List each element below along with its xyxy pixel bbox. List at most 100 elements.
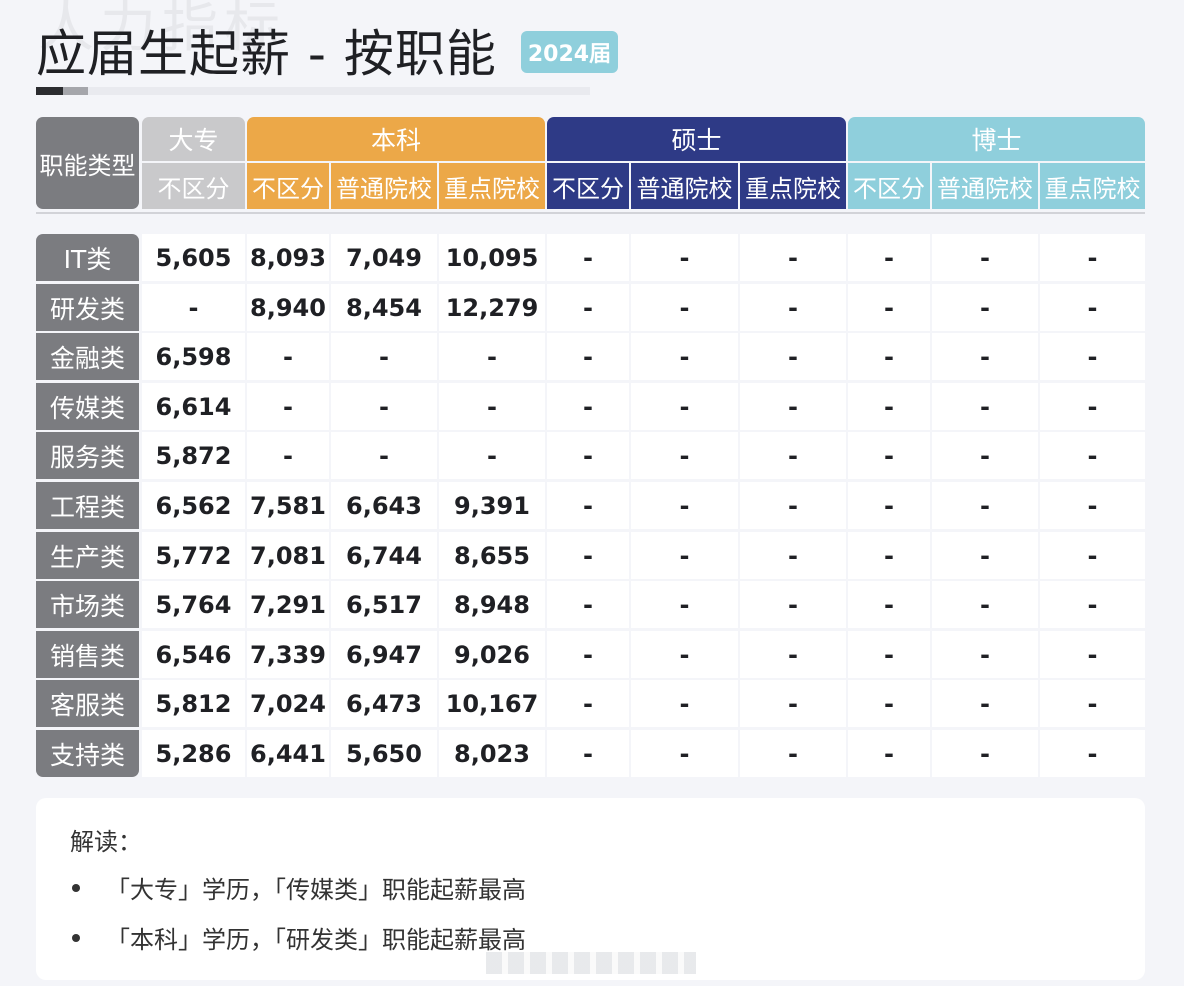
interpretation-text: 「本科」学历，「研发类」职能起薪最高 bbox=[106, 926, 526, 954]
table-cell: 8,454 bbox=[331, 284, 437, 331]
table-cell: - bbox=[547, 680, 629, 727]
table-cell: - bbox=[631, 532, 738, 579]
column-group-header: 大专 bbox=[142, 117, 245, 161]
column-header-role-type: 职能类型 bbox=[36, 117, 139, 209]
table-cell: - bbox=[740, 631, 846, 678]
table-cell: - bbox=[848, 383, 930, 430]
row-label: 服务类 bbox=[36, 432, 139, 479]
table-cell: 6,947 bbox=[331, 631, 437, 678]
table-cell: 6,517 bbox=[331, 581, 437, 628]
year-badge: 2024届 bbox=[520, 31, 619, 73]
table-cell: - bbox=[932, 631, 1038, 678]
table-cell: - bbox=[547, 730, 629, 777]
interpretation-item: 「本科」学历，「研发类」职能起薪最高 bbox=[72, 920, 526, 955]
title-underline bbox=[36, 87, 590, 95]
row-label: 市场类 bbox=[36, 581, 139, 628]
table-cell: 8,655 bbox=[439, 532, 545, 579]
column-group-header: 博士 bbox=[848, 117, 1145, 161]
row-label: IT类 bbox=[36, 234, 139, 281]
table-cell: - bbox=[740, 432, 846, 479]
row-label: 研发类 bbox=[36, 284, 139, 331]
table-cell: - bbox=[740, 581, 846, 628]
table-cell: - bbox=[439, 333, 545, 380]
table-cell: - bbox=[631, 482, 738, 529]
table-cell: - bbox=[547, 284, 629, 331]
table-cell: - bbox=[740, 730, 846, 777]
underline-dark-segment bbox=[36, 87, 63, 95]
table-cell: 7,339 bbox=[247, 631, 329, 678]
table-cell: - bbox=[1040, 383, 1145, 430]
table-cell: - bbox=[740, 532, 846, 579]
table-cell: - bbox=[932, 333, 1038, 380]
table-cell: - bbox=[740, 234, 846, 281]
column-group-header: 本科 bbox=[247, 117, 545, 161]
table-cell: - bbox=[547, 432, 629, 479]
table-cell: - bbox=[1040, 730, 1145, 777]
table-cell: - bbox=[1040, 284, 1145, 331]
interpretation-item: 「大专」学历，「传媒类」职能起薪最高 bbox=[72, 870, 526, 905]
table-cell: - bbox=[932, 532, 1038, 579]
table-cell: - bbox=[631, 730, 738, 777]
table-cell: - bbox=[247, 333, 329, 380]
table-cell: - bbox=[547, 532, 629, 579]
table-cell: - bbox=[932, 581, 1038, 628]
table-cell: - bbox=[631, 631, 738, 678]
table-cell: - bbox=[1040, 333, 1145, 380]
table-cell: 7,581 bbox=[247, 482, 329, 529]
table-cell: - bbox=[631, 680, 738, 727]
column-subheader: 普通院校 bbox=[932, 163, 1038, 209]
table-cell: - bbox=[331, 333, 437, 380]
table-cell: - bbox=[439, 432, 545, 479]
table-cell: - bbox=[631, 432, 738, 479]
column-subheader: 重点院校 bbox=[740, 163, 846, 209]
table-cell: - bbox=[1040, 234, 1145, 281]
table-cell: 10,095 bbox=[439, 234, 545, 281]
table-cell: - bbox=[740, 482, 846, 529]
title-row: 应届生起薪 - 按职能 2024届 bbox=[36, 14, 619, 86]
table-cell: 8,023 bbox=[439, 730, 545, 777]
table-cell: - bbox=[331, 383, 437, 430]
table-cell: - bbox=[247, 383, 329, 430]
bullet-icon bbox=[72, 933, 80, 942]
column-subheader: 普通院校 bbox=[631, 163, 738, 209]
table-cell: - bbox=[848, 234, 930, 281]
row-label: 传媒类 bbox=[36, 383, 139, 430]
table-cell: - bbox=[631, 234, 738, 281]
underline-gray-segment bbox=[63, 87, 88, 95]
interpretation-title: 解读： bbox=[70, 828, 142, 856]
table-cell: - bbox=[740, 383, 846, 430]
table-cell: 7,024 bbox=[247, 680, 329, 727]
column-subheader: 不区分 bbox=[848, 163, 930, 209]
table-cell: 5,764 bbox=[142, 581, 245, 628]
column-group-header: 硕士 bbox=[547, 117, 846, 161]
table-cell: 10,167 bbox=[439, 680, 545, 727]
table-cell: - bbox=[848, 581, 930, 628]
table-cell: - bbox=[932, 234, 1038, 281]
table-cell: - bbox=[740, 284, 846, 331]
table-cell: - bbox=[547, 333, 629, 380]
table-cell: 6,546 bbox=[142, 631, 245, 678]
table-cell: - bbox=[848, 631, 930, 678]
table-cell: - bbox=[932, 730, 1038, 777]
table-cell: - bbox=[848, 333, 930, 380]
column-subheader: 不区分 bbox=[547, 163, 629, 209]
column-subheader: 不区分 bbox=[142, 163, 245, 209]
page-title: 应届生起薪 - 按职能 bbox=[36, 25, 497, 83]
row-label: 生产类 bbox=[36, 532, 139, 579]
table-cell: 12,279 bbox=[439, 284, 545, 331]
table-cell: 7,291 bbox=[247, 581, 329, 628]
table-cell: - bbox=[848, 532, 930, 579]
table-cell: - bbox=[932, 284, 1038, 331]
table-cell: - bbox=[142, 284, 245, 331]
redaction-stamp bbox=[486, 952, 696, 974]
table-cell: 5,812 bbox=[142, 680, 245, 727]
table-cell: 6,473 bbox=[331, 680, 437, 727]
table-cell: - bbox=[932, 482, 1038, 529]
table-cell: - bbox=[932, 383, 1038, 430]
interpretation-text: 「大专」学历，「传媒类」职能起薪最高 bbox=[106, 876, 526, 904]
table-cell: 5,772 bbox=[142, 532, 245, 579]
table-cell: - bbox=[932, 680, 1038, 727]
column-subheader: 不区分 bbox=[247, 163, 329, 209]
header-divider bbox=[36, 212, 1145, 214]
table-cell: - bbox=[631, 333, 738, 380]
